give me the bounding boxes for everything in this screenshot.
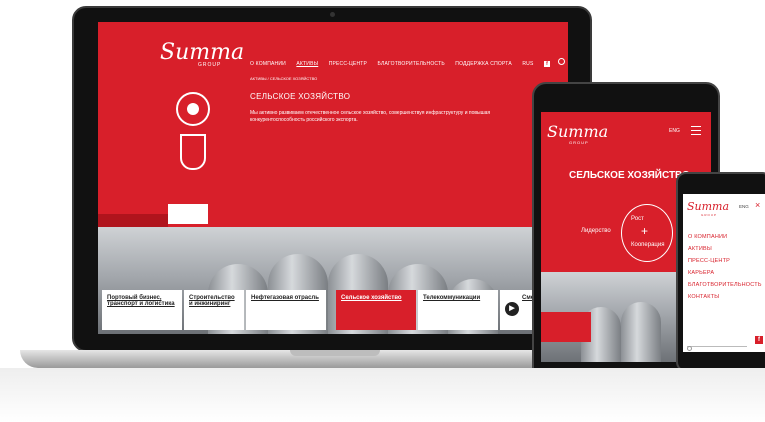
laptop-camera — [330, 12, 335, 17]
emblem-shield — [180, 134, 206, 170]
logo-subtext: GROUP — [569, 140, 589, 145]
asset-card-oilgas[interactable]: Нефтегазовая отрасль — [246, 290, 326, 330]
menu-item-career[interactable]: КАРЬЕРА — [688, 270, 765, 276]
search-input[interactable] — [687, 338, 747, 351]
nav-press[interactable]: ПРЕСС-ЦЕНТР — [329, 61, 367, 67]
menu-item-assets[interactable]: АКТИВЫ — [688, 246, 765, 252]
close-icon[interactable]: × — [755, 200, 760, 210]
menu-item-charity[interactable]: БЛАГОТВОРИТЕЛЬНОСТЬ — [688, 282, 765, 288]
lang-switch[interactable]: ENG — [739, 204, 749, 209]
search-icon[interactable] — [558, 58, 566, 65]
mobile-menu: О КОМПАНИИ АКТИВЫ ПРЕСС-ЦЕНТР КАРЬЕРА БЛ… — [683, 234, 765, 306]
menu-item-press[interactable]: ПРЕСС-ЦЕНТР — [688, 258, 765, 264]
nav-lang[interactable]: RUS — [522, 61, 533, 67]
nav-sport[interactable]: ПОДДЕРЖКА СПОРТА — [455, 61, 512, 67]
decor-block — [168, 204, 208, 224]
logo-subtext: GROUP — [701, 213, 718, 217]
summa-logo[interactable]: Summa — [547, 122, 608, 141]
menu-item-about[interactable]: О КОМПАНИИ — [688, 234, 765, 240]
plus-icon: + — [641, 224, 649, 238]
search-icon — [687, 346, 692, 351]
value-cooperation: Кооперация — [631, 242, 665, 248]
menu-item-contacts[interactable]: КОНТАКТЫ — [688, 294, 765, 300]
phone-screen: Summa GROUP ENG × О КОМПАНИИ АКТИВЫ ПРЕС… — [683, 194, 765, 352]
value-leadership: Лидерство — [581, 228, 611, 234]
lang-switch[interactable]: ENG — [669, 128, 680, 134]
facebook-icon[interactable]: f — [544, 61, 550, 67]
summa-logo[interactable]: Summa — [687, 200, 729, 213]
page-title: СЕЛЬСКОЕ ХОЗЯЙСТВО — [250, 92, 351, 101]
play-icon[interactable]: ▶ — [505, 302, 519, 316]
laptop-screen: Summa GROUP О КОМПАНИИ АКТИВЫ ПРЕСС-ЦЕНТ… — [98, 22, 568, 334]
logo-subtext: GROUP — [198, 62, 222, 68]
facebook-icon[interactable]: f — [755, 336, 763, 344]
hamburger-icon[interactable] — [691, 126, 701, 135]
value-growth: Рост — [631, 216, 644, 222]
floor-reflection — [0, 368, 765, 422]
laptop-notch — [290, 350, 380, 356]
nav-assets[interactable]: АКТИВЫ — [296, 61, 318, 67]
emblem-seal — [176, 92, 210, 126]
asset-card-construction[interactable]: Строительство и инжиниринг — [184, 290, 244, 330]
nav-charity[interactable]: БЛАГОТВОРИТЕЛЬНОСТЬ — [378, 61, 445, 67]
breadcrumb: АКТИВЫ / СЕЛЬСКОЕ ХОЗЯЙСТВО — [250, 76, 318, 81]
page-description: Мы активно развиваем отечественное сельс… — [250, 110, 491, 123]
asset-card-agriculture[interactable]: Сельское хозяйство — [336, 290, 416, 330]
nav-about[interactable]: О КОМПАНИИ — [250, 61, 286, 67]
page-title: СЕЛЬСКОЕ ХОЗЯЙСТВО — [569, 170, 690, 181]
main-nav: О КОМПАНИИ АКТИВЫ ПРЕСС-ЦЕНТР БЛАГОТВОРИ… — [250, 52, 566, 70]
asset-cards: Портовый бизнес, транспорт и логистика С… — [98, 290, 568, 334]
asset-card-ports[interactable]: Портовый бизнес, транспорт и логистика — [102, 290, 182, 330]
asset-card-telecom[interactable]: Телекоммуникации — [418, 290, 498, 330]
